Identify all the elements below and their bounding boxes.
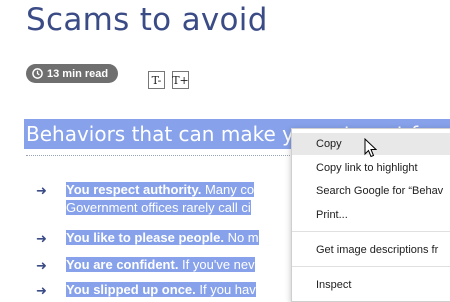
arrow-right-icon: ➜: [36, 231, 47, 246]
menu-item-inspect[interactable]: Inspect: [292, 274, 450, 296]
item-text: Many co: [201, 182, 255, 197]
item-text-line2: Government offices rarely call ci: [66, 200, 251, 215]
arrow-right-icon: ➜: [36, 258, 47, 273]
item-text: No m: [223, 230, 259, 245]
arrow-right-icon: ➜: [36, 183, 47, 198]
mouse-cursor-icon: [364, 137, 378, 163]
item-lead: You slipped up once.: [66, 282, 196, 297]
menu-item-image-descriptions[interactable]: Get image descriptions fr: [292, 239, 450, 261]
item-lead: You respect authority.: [66, 182, 202, 197]
clock-icon: [32, 68, 43, 79]
item-text: If you hav: [195, 282, 256, 297]
item-lead: You are confident.: [66, 257, 179, 272]
item-text: If you've nev: [178, 257, 255, 272]
menu-item-print[interactable]: Print...: [292, 204, 450, 226]
read-time-badge: 13 min read: [26, 64, 119, 83]
arrow-right-icon: ➜: [36, 283, 47, 298]
menu-item-search[interactable]: Search Google for “Behav: [292, 180, 450, 202]
page-title: Scams to avoid: [26, 2, 268, 38]
read-time-label: 13 min read: [47, 67, 109, 80]
font-increase-button[interactable]: T+: [172, 71, 189, 89]
item-lead: You like to please people.: [66, 230, 224, 245]
menu-divider: [292, 266, 450, 267]
menu-divider: [292, 231, 450, 232]
font-decrease-button[interactable]: T-: [148, 71, 165, 89]
